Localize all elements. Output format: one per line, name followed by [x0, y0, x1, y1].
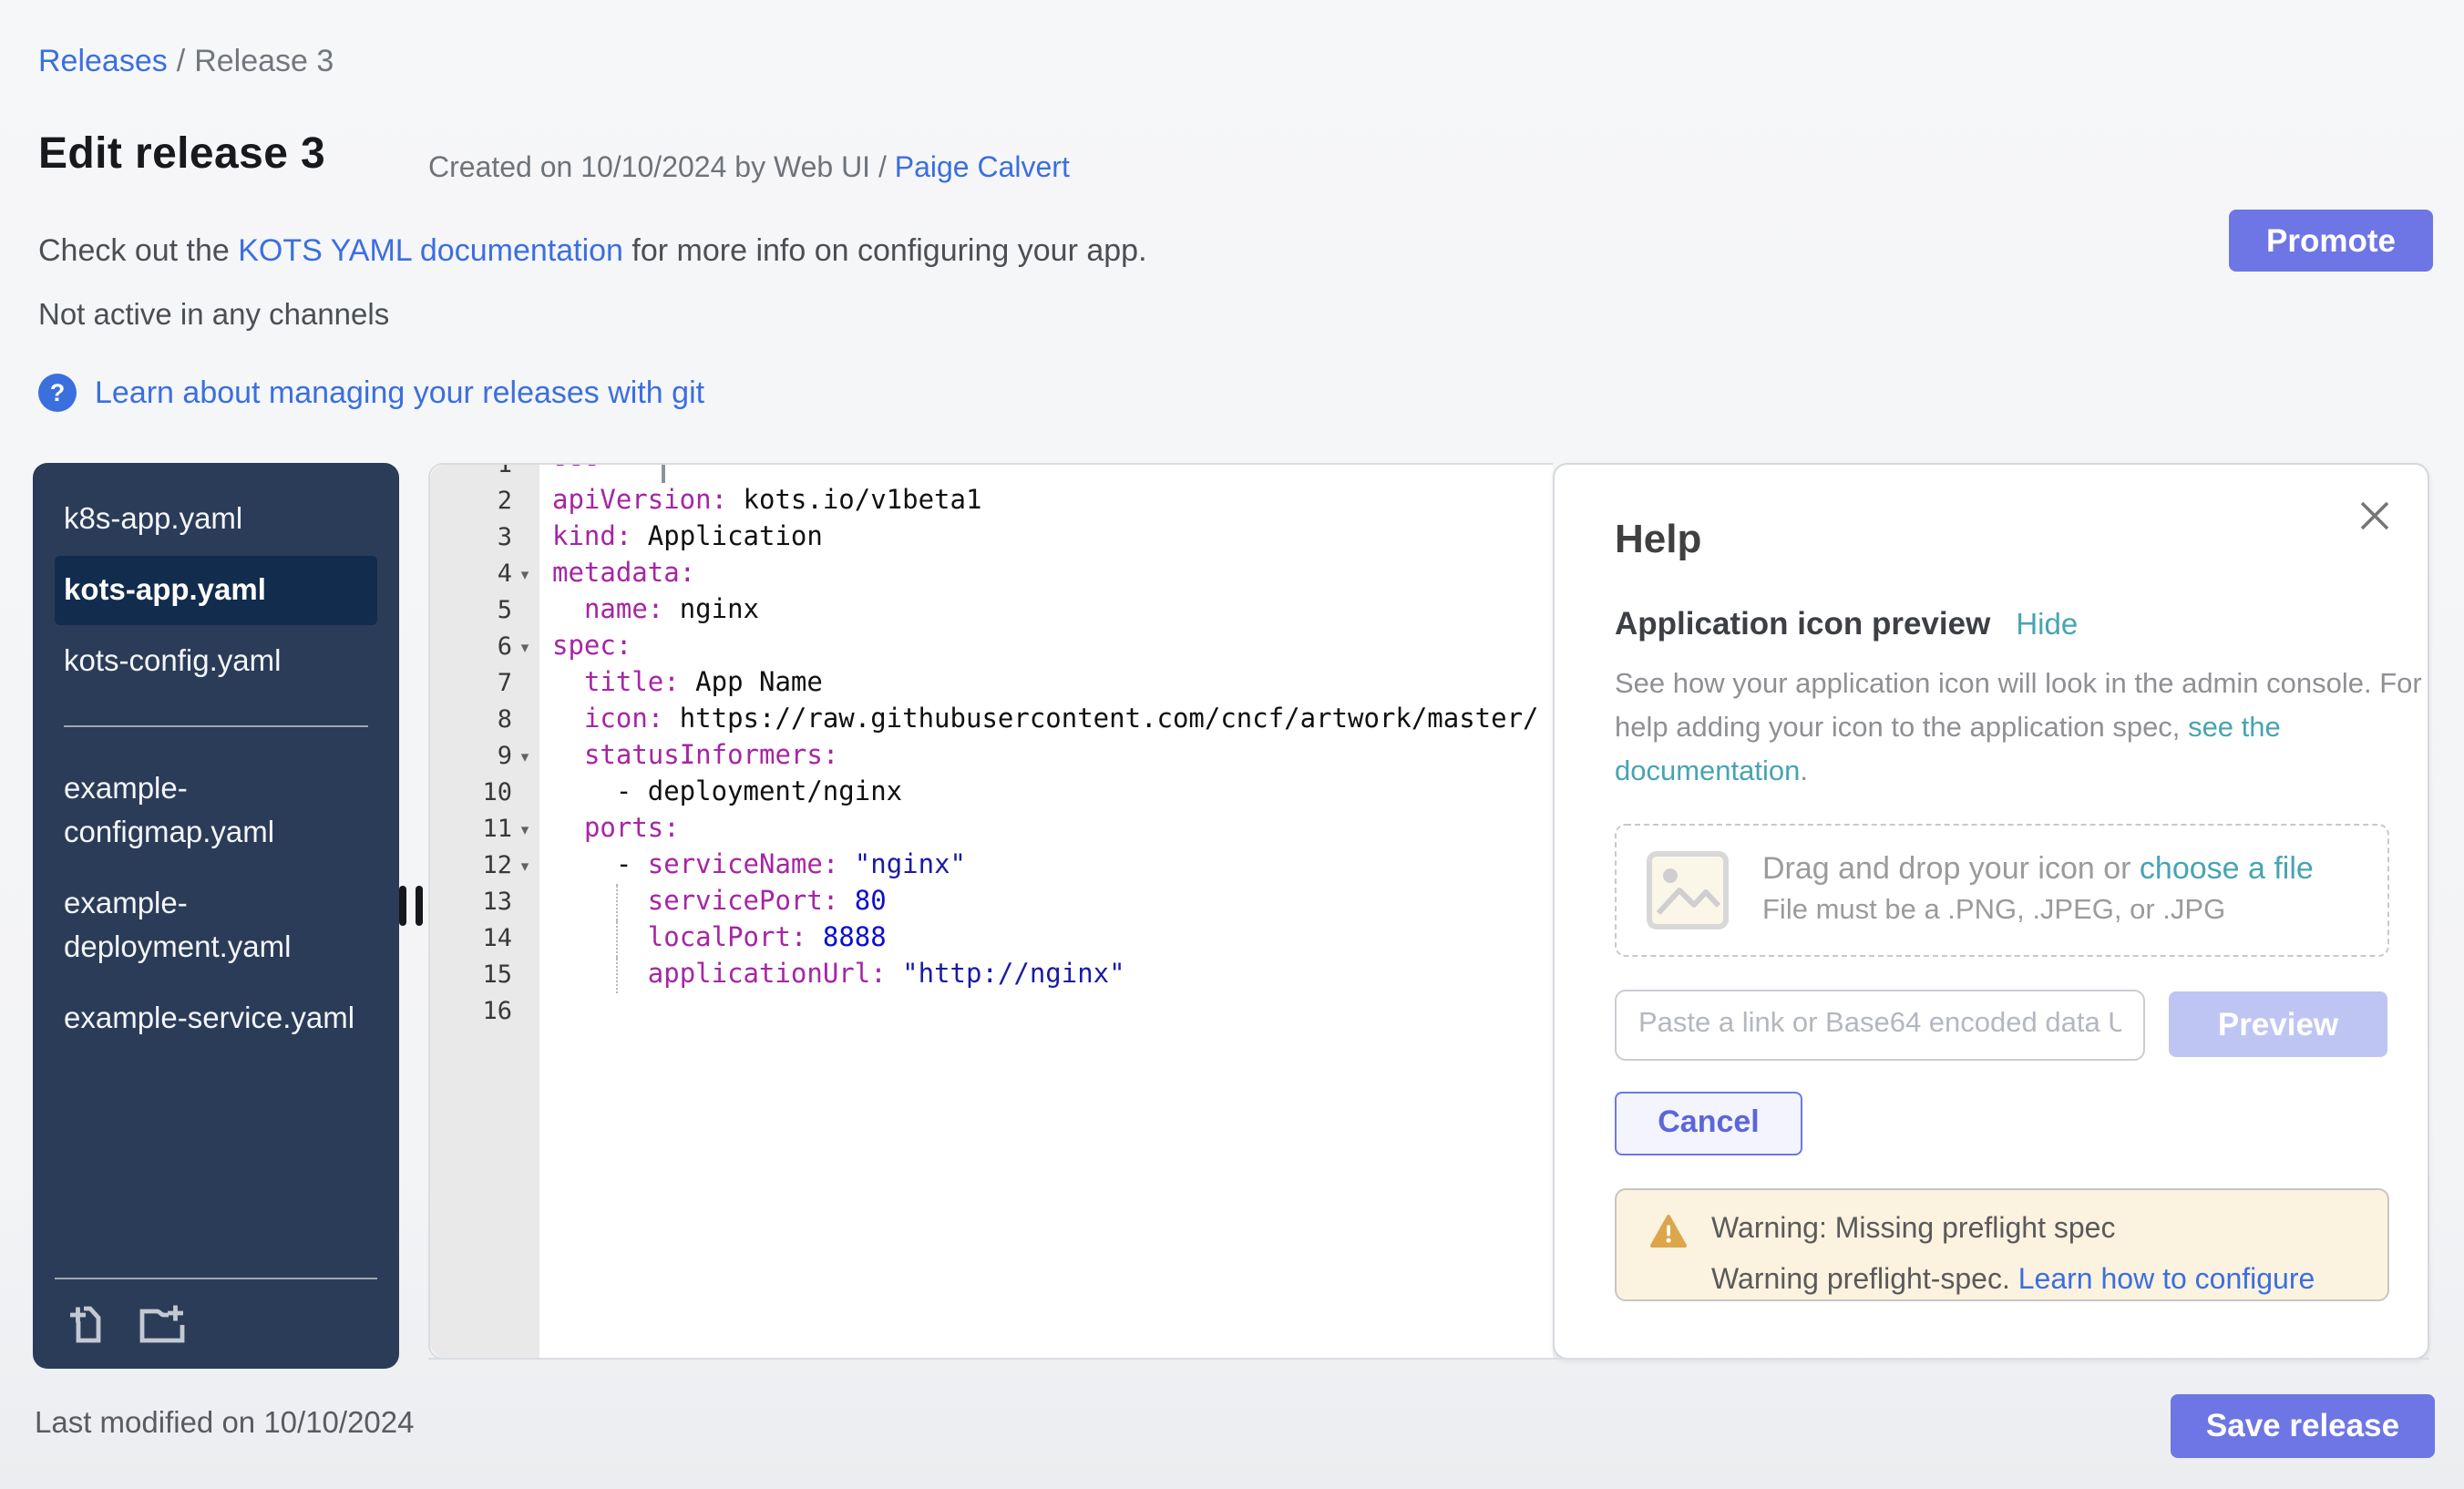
gutter-line[interactable]: 13: [430, 884, 539, 920]
code-line: icon: https://raw.githubusercontent.com/…: [539, 702, 1553, 738]
edit-release-page: Releases / Release 3 Edit release 3 Create…: [0, 0, 2464, 1489]
file-sidebar: k8s-app.yamlkots-app.yamlkots-config.yam…: [33, 463, 399, 1369]
question-circle-icon: ?: [38, 374, 77, 412]
channel-status: Not active in any channels: [38, 299, 389, 334]
code-line: - deployment/nginx: [539, 775, 1553, 811]
intro-pre: Check out the: [38, 233, 238, 268]
fold-toggle-icon[interactable]: ▾: [512, 637, 538, 657]
footer-divider: [428, 1358, 2429, 1360]
file-item[interactable]: example-deployment.yaml: [55, 869, 377, 982]
gutter-line[interactable]: 3: [430, 519, 539, 556]
breadcrumb-releases-link[interactable]: Releases: [38, 44, 168, 78]
add-folder-icon[interactable]: [137, 1303, 186, 1345]
code-line: - serviceName: "nginx": [539, 847, 1553, 884]
gutter-line[interactable]: 5: [430, 592, 539, 629]
file-item[interactable]: example-service.yaml: [55, 984, 377, 1053]
sidebar-footer: [55, 1256, 377, 1369]
file-list: k8s-app.yamlkots-app.yamlkots-config.yam…: [33, 463, 399, 1053]
fold-toggle-icon[interactable]: ▾: [512, 819, 538, 839]
code-line: applicationUrl: "http://nginx": [539, 957, 1553, 993]
icon-url-input[interactable]: [1615, 989, 2145, 1060]
warning-triangle-icon: [1649, 1213, 1688, 1248]
gutter-line[interactable]: 7: [430, 665, 539, 702]
git-releases-link[interactable]: Learn about managing your releases with …: [95, 375, 704, 411]
icon-preview-section-title: Application icon preview: [1615, 605, 1990, 643]
editor-gutter[interactable]: 1234▾56▾789▾1011▾12▾13141516: [430, 465, 539, 1358]
description-text: See how your application icon will look …: [1615, 669, 2422, 744]
code-line: kind: Application: [539, 519, 1553, 556]
code-line: servicePort: 80: [539, 884, 1553, 920]
icon-dropzone[interactable]: Drag and drop your icon or choose a file…: [1615, 823, 2389, 956]
gutter-line[interactable]: 10: [430, 775, 539, 811]
help-panel: Help Application icon preview Hide See h…: [1553, 463, 2429, 1360]
gutter-line[interactable]: 6▾: [430, 629, 539, 665]
intro-line: Check out the KOTS YAML documentation fo…: [38, 233, 1147, 270]
gutter-line[interactable]: 12▾: [430, 847, 539, 884]
fold-toggle-icon[interactable]: ▾: [512, 746, 538, 766]
gutter-line[interactable]: 16: [430, 993, 539, 1030]
page-title: Edit release 3: [38, 129, 325, 180]
code-line: title: App Name: [539, 665, 1553, 702]
kots-yaml-docs-link[interactable]: KOTS YAML documentation: [238, 233, 623, 268]
description-period: .: [1800, 756, 1808, 787]
file-item[interactable]: kots-config.yaml: [55, 627, 377, 696]
promote-button[interactable]: Promote: [2229, 210, 2433, 272]
close-icon[interactable]: [2356, 498, 2393, 534]
code-line: ---: [539, 465, 1553, 483]
fold-toggle-icon[interactable]: ▾: [512, 564, 538, 584]
file-item[interactable]: kots-app.yaml: [55, 556, 377, 625]
gutter-line[interactable]: 8: [430, 702, 539, 738]
hide-link[interactable]: Hide: [2016, 609, 2078, 643]
code-line: ports:: [539, 811, 1553, 847]
code-line: statusInformers:: [539, 738, 1553, 775]
add-file-icon[interactable]: [67, 1301, 108, 1345]
gutter-line[interactable]: 15: [430, 957, 539, 993]
code-line: metadata:: [539, 556, 1553, 592]
file-item[interactable]: k8s-app.yaml: [55, 485, 377, 554]
gutter-line[interactable]: 2: [430, 483, 539, 519]
text-cursor: [662, 465, 665, 483]
gutter-line[interactable]: 14: [430, 920, 539, 957]
dropzone-file-types: File must be a .PNG, .JPEG, or .JPG: [1762, 895, 2314, 928]
gutter-line[interactable]: 9▾: [430, 738, 539, 775]
dropzone-text: Drag and drop your icon or: [1762, 851, 2140, 886]
code-line: spec:: [539, 629, 1553, 665]
choose-file-link[interactable]: choose a file: [2140, 851, 2314, 886]
editor-code-area[interactable]: ---apiVersion: kots.io/v1beta1kind: Appl…: [539, 465, 1553, 1358]
breadcrumb-current: Release 3: [194, 44, 334, 78]
learn-how-to-configure-link[interactable]: Learn how to configure: [2018, 1264, 2315, 1295]
file-list-divider: [64, 725, 368, 727]
warning-title: Warning: Missing preflight spec: [1711, 1214, 2115, 1247]
preview-button[interactable]: Preview: [2169, 991, 2387, 1057]
last-modified-text: Last modified on 10/10/2024: [35, 1407, 415, 1442]
warning-detail: Warning preflight-spec. Learn how to con…: [1711, 1264, 2358, 1297]
fold-toggle-icon[interactable]: ▾: [512, 856, 538, 876]
created-line: Created on 10/10/2024 by Web UI / Paige …: [428, 153, 1070, 186]
breadcrumb: Releases / Release 3: [38, 44, 334, 80]
image-placeholder-icon: [1646, 848, 1730, 930]
git-help-row: ? Learn about managing your releases wit…: [38, 374, 704, 412]
intro-post: for more info on configuring your app.: [623, 233, 1147, 268]
save-release-button[interactable]: Save release: [2171, 1394, 2435, 1458]
code-line: localPort: 8888: [539, 920, 1553, 957]
yaml-editor[interactable]: 1234▾56▾789▾1011▾12▾13141516 ---apiVersi…: [428, 463, 1553, 1360]
cancel-button[interactable]: Cancel: [1615, 1091, 1802, 1155]
gutter-line[interactable]: 4▾: [430, 556, 539, 592]
gutter-line[interactable]: 1: [430, 465, 539, 483]
code-line: [539, 993, 1553, 1030]
code-line: apiVersion: kots.io/v1beta1: [539, 483, 1553, 519]
author-link[interactable]: Paige Calvert: [895, 153, 1070, 184]
preflight-warning-box: Warning: Missing preflight spec Warning …: [1615, 1187, 2389, 1300]
breadcrumb-separator: /: [177, 44, 185, 78]
code-line: name: nginx: [539, 592, 1553, 629]
icon-preview-description: See how your application icon will look …: [1615, 663, 2429, 795]
file-item[interactable]: example-configmap.yaml: [55, 755, 377, 868]
dropzone-instruction: Drag and drop your icon or choose a file: [1762, 851, 2314, 888]
sidebar-footer-divider: [55, 1278, 377, 1279]
gutter-line[interactable]: 11▾: [430, 811, 539, 847]
sidebar-resize-handle[interactable]: [399, 886, 432, 926]
warning-detail-text: Warning preflight-spec.: [1711, 1264, 2018, 1295]
created-text: Created on 10/10/2024 by Web UI /: [428, 153, 895, 184]
help-title: Help: [1615, 516, 2389, 563]
